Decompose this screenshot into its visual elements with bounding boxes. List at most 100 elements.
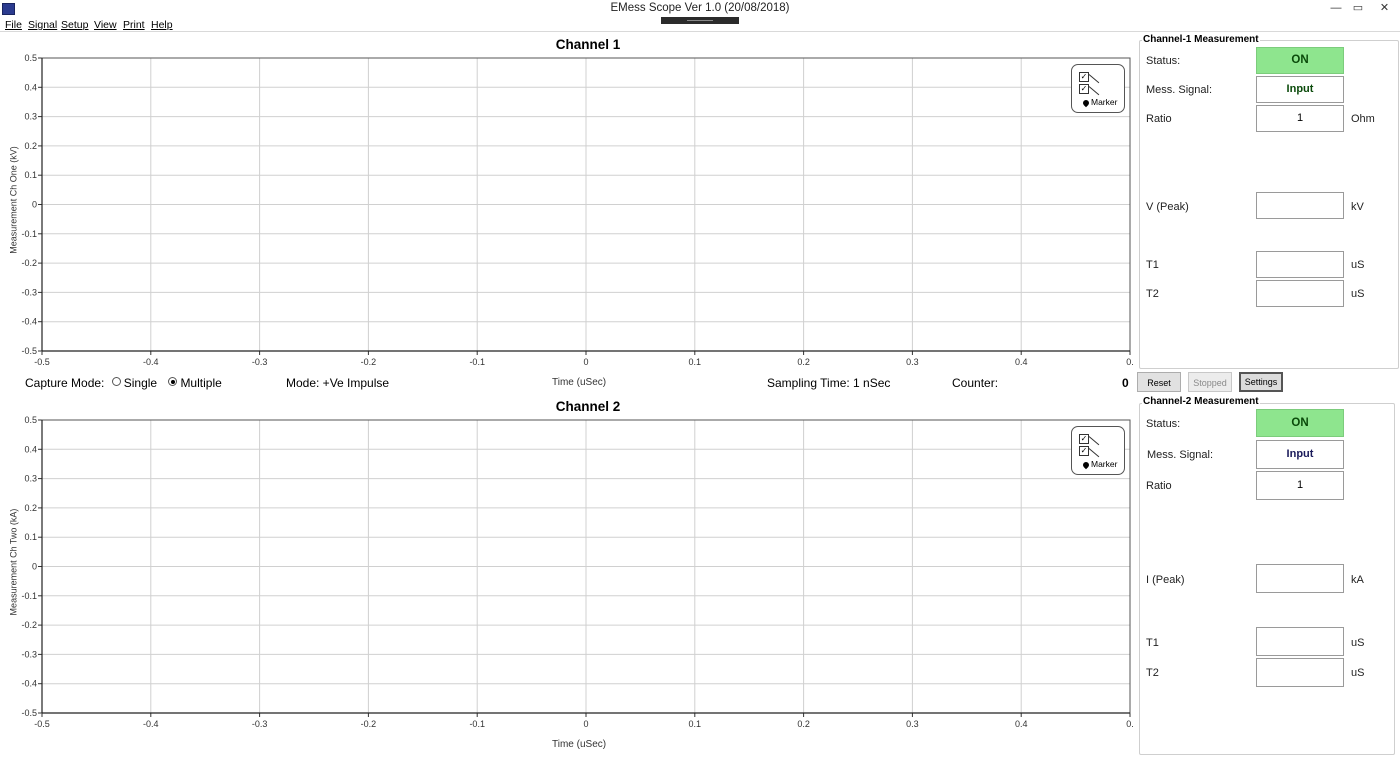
- ch1-y-tick-label: -0.5: [21, 346, 37, 356]
- reset-button[interactable]: Reset: [1137, 372, 1181, 392]
- ch1-x-tick-label: -0.4: [143, 357, 159, 367]
- menu-file[interactable]: File: [5, 19, 22, 31]
- ch1-y-tick-label: 0.5: [24, 53, 37, 63]
- ch2-x-tick-label: -0.4: [143, 719, 159, 729]
- ch2-ratio-field[interactable]: 1: [1256, 471, 1344, 500]
- ch2-status-value[interactable]: ON: [1256, 409, 1344, 437]
- legend-marker-label: Marker: [1091, 459, 1118, 469]
- ch1-x-tick-label: -0.3: [252, 357, 268, 367]
- menu-print[interactable]: Print: [123, 19, 145, 31]
- ch2-x-tick-label: -0.2: [361, 719, 377, 729]
- multiple-radio[interactable]: [168, 377, 178, 386]
- marker-icon: [1081, 460, 1091, 470]
- ch1-signal-value[interactable]: Input: [1256, 76, 1344, 103]
- single-radio-label[interactable]: Single: [124, 376, 157, 390]
- ch2-x-tick-label: 0.2: [797, 719, 810, 729]
- channel2-legend[interactable]: ✓ ✓ Marker: [1071, 426, 1125, 475]
- ch1-t1-label: T1: [1146, 259, 1159, 271]
- ch1-x-tick-label: -0.1: [469, 357, 485, 367]
- checkbox-icon[interactable]: ✓: [1079, 72, 1089, 82]
- series-line-icon: [1088, 74, 1100, 84]
- ch2-x-tick-label: 0: [583, 719, 588, 729]
- menu-setup[interactable]: Setup: [61, 19, 88, 31]
- ch1-y-tick-label: 0: [32, 200, 37, 210]
- ch1-x-tick-label: 0.1: [689, 357, 702, 367]
- counter-value: 0: [1122, 376, 1129, 390]
- legend-marker-label: Marker: [1091, 97, 1118, 107]
- channel1-legend[interactable]: ✓ ✓ Marker: [1071, 64, 1125, 113]
- ch1-status-label: Status:: [1146, 55, 1181, 67]
- capture-mode-label: Capture Mode:: [25, 376, 105, 390]
- sampling-time-text: Sampling Time: 1 nSec: [767, 376, 891, 390]
- channel1-measurement-title: Channel-1 Measurement: [1142, 34, 1260, 45]
- channel2-measurement-title: Channel-2 Measurement: [1142, 396, 1260, 407]
- ch1-t1-field[interactable]: [1256, 251, 1344, 278]
- ch1-y-tick-label: 0.2: [24, 141, 37, 151]
- ch2-peak-field[interactable]: [1256, 564, 1344, 593]
- ch1-y-tick-label: 0.1: [24, 170, 37, 180]
- ch1-ratio-unit: Ohm: [1351, 113, 1375, 125]
- menu-help[interactable]: Help: [151, 19, 173, 31]
- ch1-x-tick-label: 0.4: [1015, 357, 1028, 367]
- series-line-icon: [1088, 86, 1100, 96]
- ch1-x-tick-label: -0.2: [361, 357, 377, 367]
- ch1-ratio-field[interactable]: 1: [1256, 105, 1344, 132]
- menu-separator: [0, 31, 1400, 32]
- minimize-button[interactable]: —: [1325, 0, 1347, 17]
- ch1-x-tick-label: 0: [583, 357, 588, 367]
- close-button[interactable]: ✕: [1369, 0, 1400, 17]
- ch1-signal-label: Mess. Signal:: [1146, 84, 1213, 96]
- ch1-y-tick-label: 0.3: [24, 112, 37, 122]
- ch1-t2-unit: uS: [1351, 288, 1365, 300]
- ch2-signal-value[interactable]: Input: [1256, 440, 1344, 469]
- ch2-x-tick-label: 0.1: [689, 719, 702, 729]
- menu-view[interactable]: View: [94, 19, 117, 31]
- ch1-y-tick-label: -0.2: [21, 258, 37, 268]
- ch2-t2-unit: uS: [1351, 667, 1365, 679]
- ch2-y-tick-label: -0.5: [21, 708, 37, 718]
- ch2-t1-label: T1: [1146, 637, 1159, 649]
- ch2-y-tick-label: -0.3: [21, 649, 37, 659]
- checkbox-icon[interactable]: ✓: [1079, 446, 1089, 456]
- ch2-t2-field[interactable]: [1256, 658, 1344, 687]
- ch2-y-tick-label: -0.2: [21, 620, 37, 630]
- ch2-x-tick-label: 0.3: [906, 719, 919, 729]
- checkbox-icon[interactable]: ✓: [1079, 434, 1089, 444]
- ch1-peak-field[interactable]: [1256, 192, 1344, 219]
- ch1-y-tick-label: -0.3: [21, 287, 37, 297]
- ch1-ratio-label: Ratio: [1146, 113, 1172, 125]
- ch1-y-tick-label: 0.4: [24, 82, 37, 92]
- menu-signal[interactable]: Signal: [28, 19, 57, 31]
- single-radio[interactable]: [111, 377, 121, 386]
- ch1-y-tick-label: -0.1: [21, 229, 37, 239]
- ch2-status-label: Status:: [1146, 418, 1181, 430]
- ch1-t1-unit: uS: [1351, 259, 1365, 271]
- settings-button[interactable]: Settings: [1239, 372, 1283, 392]
- stopped-button[interactable]: Stopped: [1188, 372, 1232, 392]
- checkbox-icon[interactable]: ✓: [1079, 84, 1089, 94]
- ch1-status-value[interactable]: ON: [1256, 47, 1344, 74]
- mode-text: Mode: +Ve Impulse: [286, 376, 390, 390]
- series-line-icon: [1088, 436, 1100, 446]
- maximize-button[interactable]: ▭: [1347, 0, 1369, 17]
- channel2-x-axis-label: Time (uSec): [552, 739, 607, 750]
- ch1-peak-unit: kV: [1351, 201, 1364, 213]
- ch2-t1-field[interactable]: [1256, 627, 1344, 656]
- ch2-y-tick-label: -0.1: [21, 591, 37, 601]
- counter-label: Counter:: [952, 376, 999, 390]
- ch2-peak-label: I (Peak): [1146, 574, 1185, 586]
- title-bar: EMess Scope Ver 1.0 (20/08/2018) — ▭ ✕: [0, 0, 1400, 17]
- ch2-y-tick-label: 0.1: [24, 532, 37, 542]
- ch2-y-tick-label: -0.4: [21, 679, 37, 689]
- marker-icon: [1081, 98, 1091, 108]
- ch1-x-tick-label: 0.: [1126, 357, 1134, 367]
- ch2-x-tick-label: -0.1: [469, 719, 485, 729]
- ch2-t2-label: T2: [1146, 667, 1159, 679]
- ch2-y-tick-label: 0.3: [24, 474, 37, 484]
- multiple-radio-label[interactable]: Multiple: [180, 376, 221, 390]
- capture-mode-group: Capture Mode: Single Multiple: [25, 376, 222, 390]
- channel2-plot: -0.5 -0.4 -0.3 -0.2 -0.1 0 0.1 0.2 0.3 0.4 0. 0.5 0.…: [21, 415, 1133, 729]
- ch1-y-tick-label: -0.4: [21, 317, 37, 327]
- ch1-x-tick-label: -0.5: [34, 357, 50, 367]
- ch1-t2-field[interactable]: [1256, 280, 1344, 307]
